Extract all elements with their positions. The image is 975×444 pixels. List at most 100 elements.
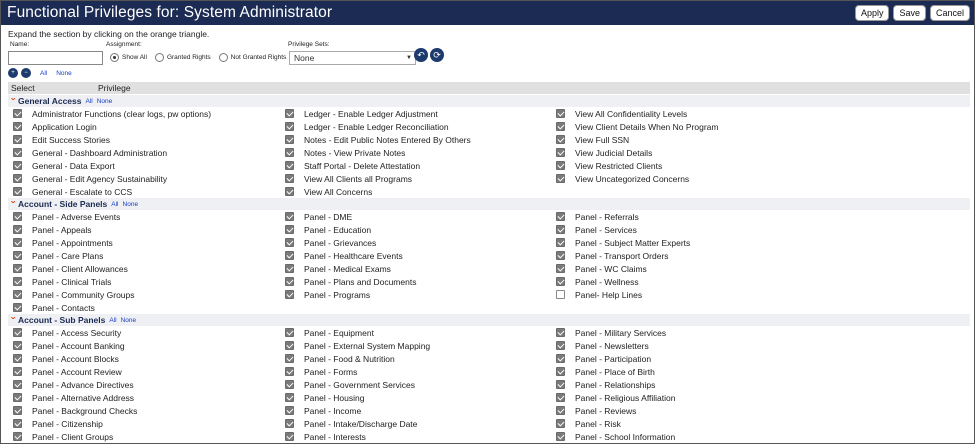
section-all-link[interactable]: All [85, 98, 92, 105]
privilege-checkbox[interactable] [285, 135, 294, 144]
privilege-checkbox[interactable] [13, 393, 22, 402]
privilege-checkbox[interactable] [556, 238, 565, 247]
privilege-checkbox[interactable] [556, 419, 565, 428]
privilege-checkbox[interactable] [556, 122, 565, 131]
privilege-checkbox[interactable] [13, 148, 22, 157]
expand-triangle-icon[interactable]: ˇ [11, 316, 15, 328]
refresh-icon[interactable]: ⟳ [430, 48, 444, 62]
privilege-checkbox[interactable] [556, 264, 565, 273]
section-all-link[interactable]: All [109, 317, 116, 324]
privilege-checkbox[interactable] [556, 225, 565, 234]
privilege-checkbox[interactable] [285, 251, 294, 260]
privilege-checkbox[interactable] [13, 251, 22, 260]
privilege-checkbox[interactable] [556, 290, 565, 299]
privilege-checkbox[interactable] [556, 367, 565, 376]
privilege-checkbox[interactable] [556, 277, 565, 286]
privilege-checkbox[interactable] [13, 161, 22, 170]
privilege-checkbox[interactable] [13, 238, 22, 247]
privilege-checkbox[interactable] [556, 328, 565, 337]
privilege-checkbox[interactable] [285, 393, 294, 402]
privilege-row: Panel - Interests [280, 430, 551, 443]
expand-triangle-icon[interactable]: ˇ [11, 200, 15, 212]
privilege-checkbox[interactable] [13, 187, 22, 196]
cancel-button[interactable]: Cancel [929, 5, 970, 21]
privilege-checkbox[interactable] [285, 238, 294, 247]
privilege-checkbox[interactable] [285, 187, 294, 196]
privilege-checkbox[interactable] [285, 264, 294, 273]
privilege-checkbox[interactable] [285, 432, 294, 441]
name-input[interactable] [8, 51, 103, 65]
privilege-checkbox[interactable] [13, 419, 22, 428]
privilege-checkbox[interactable] [13, 212, 22, 221]
privilege-checkbox[interactable] [285, 380, 294, 389]
assignment-option-granted[interactable]: Granted Rights [154, 53, 211, 62]
privilege-checkbox[interactable] [556, 135, 565, 144]
privilege-checkbox[interactable] [13, 354, 22, 363]
assignment-option-show-all[interactable]: Show All [110, 53, 147, 62]
select-all-link[interactable]: All [40, 70, 47, 77]
privilege-checkbox[interactable] [556, 109, 565, 118]
privilege-row: Panel - DME [280, 210, 551, 223]
privilege-checkbox[interactable] [556, 393, 565, 402]
privilege-checkbox[interactable] [13, 367, 22, 376]
privilege-checkbox[interactable] [556, 174, 565, 183]
privilege-checkbox[interactable] [285, 212, 294, 221]
privilege-label: Panel - Contacts [32, 302, 95, 313]
privilege-checkbox[interactable] [285, 148, 294, 157]
privilege-label: Panel - Intake/Discharge Date [304, 418, 418, 429]
privilege-checkbox[interactable] [556, 341, 565, 350]
privilege-checkbox[interactable] [13, 406, 22, 415]
privilege-checkbox[interactable] [556, 380, 565, 389]
section-none-link[interactable]: None [123, 201, 139, 208]
privilege-checkbox[interactable] [13, 109, 22, 118]
privilege-checkbox[interactable] [285, 161, 294, 170]
undo-icon[interactable]: ↶ [414, 48, 428, 62]
privilege-checkbox[interactable] [285, 277, 294, 286]
section-none-link[interactable]: None [97, 98, 113, 105]
section-none-link[interactable]: None [121, 317, 137, 324]
privilege-checkbox[interactable] [556, 354, 565, 363]
privilege-checkbox[interactable] [285, 290, 294, 299]
radio-granted-rights[interactable] [154, 53, 164, 62]
privilege-sets-select[interactable]: None ▼ [289, 51, 416, 65]
privilege-checkbox[interactable] [285, 354, 294, 363]
privilege-checkbox[interactable] [13, 122, 22, 131]
privilege-checkbox[interactable] [556, 432, 565, 441]
privilege-checkbox[interactable] [556, 251, 565, 260]
privilege-checkbox[interactable] [13, 380, 22, 389]
privilege-checkbox[interactable] [13, 135, 22, 144]
privilege-checkbox[interactable] [285, 367, 294, 376]
privilege-checkbox[interactable] [285, 419, 294, 428]
privilege-checkbox[interactable] [285, 341, 294, 350]
privilege-checkbox[interactable] [13, 290, 22, 299]
assignment-option-not-granted[interactable]: Not Granted Rights [218, 53, 286, 62]
collapse-all-icon[interactable]: − [21, 68, 31, 78]
save-button[interactable]: Save [893, 5, 926, 21]
expand-triangle-icon[interactable]: ˇ [11, 97, 15, 109]
privilege-checkbox[interactable] [13, 303, 22, 312]
privilege-checkbox[interactable] [556, 212, 565, 221]
privilege-checkbox[interactable] [556, 148, 565, 157]
privilege-checkbox[interactable] [285, 225, 294, 234]
privilege-checkbox[interactable] [556, 406, 565, 415]
privilege-checkbox[interactable] [285, 328, 294, 337]
privilege-checkbox[interactable] [13, 264, 22, 273]
privilege-checkbox[interactable] [13, 174, 22, 183]
privilege-checkbox[interactable] [13, 225, 22, 234]
privilege-row: Panel - Access Security [8, 326, 280, 339]
radio-not-granted-rights[interactable] [218, 53, 228, 62]
apply-button[interactable]: Apply [854, 5, 890, 21]
privilege-checkbox[interactable] [13, 432, 22, 441]
privilege-checkbox[interactable] [285, 174, 294, 183]
privilege-checkbox[interactable] [13, 328, 22, 337]
privilege-checkbox[interactable] [556, 161, 565, 170]
expand-all-icon[interactable]: + [8, 68, 18, 78]
privilege-checkbox[interactable] [13, 341, 22, 350]
privilege-checkbox[interactable] [285, 122, 294, 131]
select-none-link[interactable]: None [56, 70, 72, 77]
privilege-checkbox[interactable] [285, 406, 294, 415]
section-all-link[interactable]: All [111, 201, 118, 208]
radio-show-all[interactable] [110, 53, 119, 62]
privilege-checkbox[interactable] [285, 109, 294, 118]
privilege-checkbox[interactable] [13, 277, 22, 286]
